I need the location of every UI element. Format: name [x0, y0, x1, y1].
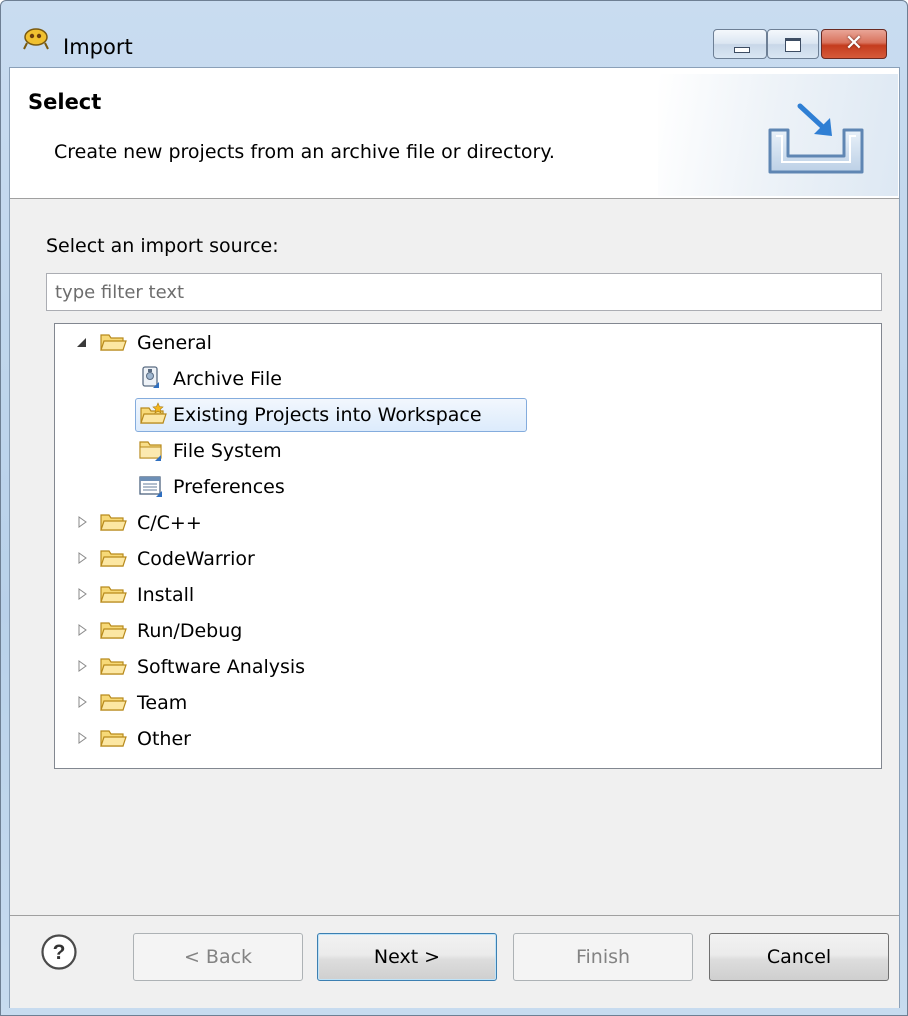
title-bar[interactable]: Import ✕	[1, 1, 907, 59]
collapsed-arrow-icon[interactable]	[75, 731, 89, 745]
wizard-content: Select an import source: General Archive…	[10, 199, 899, 915]
import-app-icon	[23, 28, 49, 50]
maximize-button[interactable]	[767, 29, 819, 59]
tree-item-label: Other	[137, 728, 191, 750]
wizard-banner: Select Create new projects from an archi…	[10, 68, 899, 199]
button-bar: ? < Back Next > Finish Cancel	[10, 915, 899, 1008]
tree-item-label: CodeWarrior	[137, 548, 255, 570]
tree-item-existing-projects[interactable]: Existing Projects into Workspace	[55, 398, 881, 432]
expanded-arrow-icon[interactable]	[75, 335, 89, 349]
help-icon[interactable]: ?	[40, 933, 78, 971]
tree-item-other[interactable]: Other	[55, 722, 881, 756]
minimize-icon	[734, 47, 750, 53]
folder-icon	[100, 334, 127, 351]
filter-input[interactable]	[46, 273, 882, 311]
collapsed-arrow-icon[interactable]	[75, 623, 89, 637]
folder-icon	[100, 694, 127, 711]
tree-item-label: Existing Projects into Workspace	[173, 404, 482, 426]
tree-item-file-system[interactable]: File System	[55, 434, 881, 468]
tree-item-codewarrior[interactable]: CodeWarrior	[55, 542, 881, 576]
import-wizard-icon	[768, 103, 864, 174]
tree-item-preferences[interactable]: Preferences	[55, 470, 881, 504]
folder-icon	[100, 586, 127, 603]
back-button[interactable]: < Back	[133, 933, 303, 981]
import-source-tree[interactable]: General Archive File Existing Projects i…	[54, 323, 882, 769]
tree-item-label: Archive File	[173, 368, 282, 390]
collapsed-arrow-icon[interactable]	[75, 551, 89, 565]
cancel-button[interactable]: Cancel	[709, 933, 889, 981]
window-title: Import	[63, 35, 133, 59]
tree-item-label: C/C++	[137, 512, 202, 534]
file-system-icon	[139, 441, 162, 461]
tree-item-team[interactable]: Team	[55, 686, 881, 720]
archive-file-icon	[142, 366, 159, 388]
close-icon: ✕	[844, 31, 864, 56]
folder-icon	[100, 550, 127, 567]
existing-projects-icon	[140, 402, 167, 424]
tree-item-c-cpp[interactable]: C/C++	[55, 506, 881, 540]
folder-icon	[100, 658, 127, 675]
tree-item-label: Software Analysis	[137, 656, 306, 678]
folder-icon	[100, 514, 127, 531]
collapsed-arrow-icon[interactable]	[75, 659, 89, 673]
collapsed-arrow-icon[interactable]	[75, 515, 89, 529]
import-source-label: Select an import source:	[46, 235, 279, 257]
tree-item-software-analysis[interactable]: Software Analysis	[55, 650, 881, 684]
close-button[interactable]: ✕	[821, 29, 887, 59]
next-button[interactable]: Next >	[317, 933, 497, 981]
preferences-icon	[139, 476, 162, 497]
tree-item-archive-file[interactable]: Archive File	[55, 362, 881, 396]
page-title: Select	[28, 90, 102, 114]
svg-text:?: ?	[53, 941, 66, 964]
tree-item-label: Preferences	[173, 476, 285, 498]
tree-item-install[interactable]: Install	[55, 578, 881, 612]
tree-item-label: File System	[173, 440, 282, 462]
folder-icon	[100, 622, 127, 639]
maximize-icon	[785, 38, 801, 52]
page-description: Create new projects from an archive file…	[54, 141, 555, 163]
tree-item-label: Run/Debug	[137, 620, 243, 642]
finish-button[interactable]: Finish	[513, 933, 693, 981]
tree-item-general[interactable]: General	[55, 326, 881, 360]
folder-icon	[100, 730, 127, 747]
collapsed-arrow-icon[interactable]	[75, 587, 89, 601]
import-dialog-window: Import ✕ Select Create new projects from…	[0, 0, 908, 1016]
tree-item-run-debug[interactable]: Run/Debug	[55, 614, 881, 648]
collapsed-arrow-icon[interactable]	[75, 695, 89, 709]
tree-item-label: Install	[137, 584, 195, 606]
tree-item-label: General	[137, 332, 212, 354]
minimize-button[interactable]	[713, 29, 767, 59]
tree-item-label: Team	[137, 692, 188, 714]
dialog-client-area: Select Create new projects from an archi…	[9, 67, 900, 1008]
